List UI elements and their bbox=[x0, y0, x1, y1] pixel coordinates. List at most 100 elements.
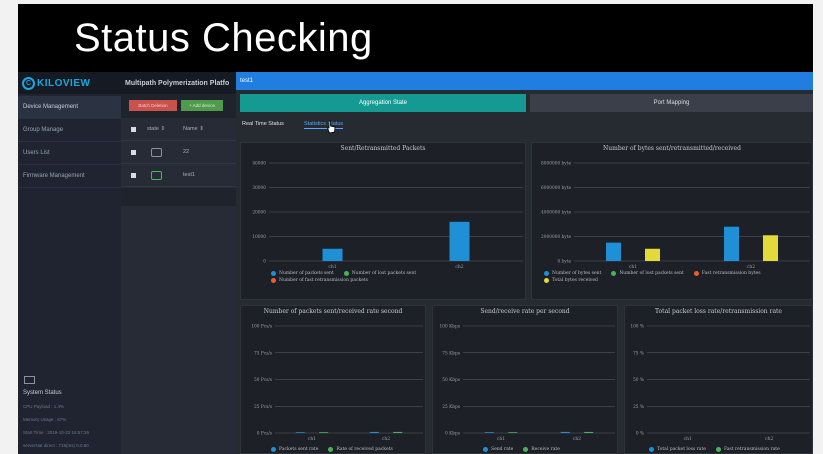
legend-item[interactable]: Number of lost packets sent bbox=[343, 271, 417, 276]
x-tick-label: ch2 bbox=[747, 264, 755, 270]
bar bbox=[560, 431, 570, 433]
y-tick-label: 10000 bbox=[252, 235, 266, 240]
port-mapping-button[interactable]: Port Mapping bbox=[530, 94, 813, 112]
legend-dot-icon bbox=[271, 271, 276, 276]
bar bbox=[295, 432, 305, 433]
legend-label: Total bytes received bbox=[552, 278, 598, 283]
state-column-header[interactable]: state ⇕ bbox=[147, 126, 165, 132]
y-tick-label: 0 bbox=[263, 260, 266, 265]
legend-label: Send rate bbox=[491, 447, 514, 452]
table-header: state ⇕ Name ⇕ bbox=[121, 118, 236, 141]
device-name: 22 bbox=[183, 149, 190, 155]
y-tick-label: 0 byte bbox=[557, 260, 571, 265]
cpu-payload: CPU Payload : 1.4% bbox=[23, 404, 65, 409]
slide-stage: Status Checking C KILOVIEW Device Manage… bbox=[18, 4, 813, 454]
table-row[interactable]: 22 bbox=[121, 141, 236, 164]
bar bbox=[645, 248, 660, 261]
legend-label: Number of lost packets sent bbox=[351, 271, 417, 276]
legend-dot-icon bbox=[544, 278, 549, 283]
chart-legend: Total packet loss rate Fast retransmissio… bbox=[649, 447, 809, 452]
legend-item[interactable]: Receive rate bbox=[523, 447, 560, 452]
legend-label: Packets sent rate bbox=[279, 447, 319, 452]
chart-legend: Send rate Receive rate bbox=[483, 447, 613, 452]
y-tick-label: 6000000 byte bbox=[541, 186, 571, 191]
legend-item[interactable]: Number of bytes sent bbox=[544, 271, 601, 276]
chart-packet-rate: Number of packets sent/received rate sec… bbox=[240, 305, 426, 454]
server-nat: serverNat direct : 715(ms) 0.0.80 bbox=[23, 443, 89, 448]
chart-svg: 0 % 25 % 50 % 75 % 100 % ch1 ch2 bbox=[630, 325, 810, 442]
sidebar-item-group-manage[interactable]: Group Manage bbox=[18, 119, 121, 142]
legend-item[interactable]: Total packet loss rate bbox=[649, 447, 706, 452]
bar bbox=[393, 431, 403, 433]
aggregation-state-button[interactable]: Aggregation State bbox=[240, 94, 526, 112]
y-tick-label: 4000000 byte bbox=[541, 211, 571, 216]
legend-dot-icon bbox=[611, 271, 617, 276]
table-row[interactable]: test1 bbox=[121, 164, 236, 187]
chart-packet-loss-rate: Total packet loss rate/retransmission ra… bbox=[624, 305, 813, 454]
hand-cursor-icon bbox=[326, 120, 336, 134]
device-header: test1 bbox=[236, 72, 813, 90]
y-tick-label: 75 Pcs/s bbox=[254, 351, 272, 356]
legend-item[interactable]: Number of packets sent bbox=[271, 271, 334, 276]
start-time: Start Time : 2019-10-22 16:57:26 bbox=[23, 430, 90, 435]
legend-item[interactable]: Total bytes received bbox=[544, 278, 598, 283]
bar bbox=[606, 242, 621, 261]
sidebar-item-users-list[interactable]: Users List bbox=[18, 142, 121, 165]
bar bbox=[584, 431, 594, 433]
legend-item[interactable]: Rate of received packets bbox=[328, 447, 393, 452]
y-tick-label: 25 % bbox=[633, 405, 644, 410]
sidebar-item-device-management[interactable]: Device Management bbox=[18, 96, 121, 119]
kiloview-logo: C KILOVIEW bbox=[18, 72, 121, 94]
legend-dot-icon bbox=[271, 447, 276, 452]
y-tick-label: 40000 bbox=[252, 162, 266, 167]
legend-item[interactable]: Packets sent rate bbox=[271, 447, 318, 452]
legend-dot-icon bbox=[523, 447, 529, 452]
y-tick-label: 30000 bbox=[252, 186, 266, 191]
x-tick-label: ch1 bbox=[497, 436, 505, 442]
sidebar-item-firmware-management[interactable]: Firmware Management bbox=[18, 165, 121, 188]
legend-item[interactable]: Fast retransmission bytes bbox=[693, 271, 761, 276]
legend-item[interactable]: Fast retransmission rate bbox=[715, 447, 780, 452]
chart-bytes-sent-received: Number of bytes sent/retransmitted/recei… bbox=[531, 142, 813, 300]
monitor-icon bbox=[24, 376, 35, 384]
logo-mark-icon: C bbox=[22, 76, 35, 90]
legend-item[interactable]: Number of fast retransmission packets bbox=[271, 278, 368, 283]
x-tick-label: ch2 bbox=[765, 436, 773, 442]
batch-deletion-button[interactable]: Batch Deletion bbox=[129, 100, 177, 111]
bar bbox=[369, 431, 379, 433]
y-tick-label: 20000 bbox=[252, 211, 266, 216]
main-content: Aggregation State Port Mapping Real Time… bbox=[236, 90, 813, 454]
bar bbox=[508, 432, 518, 433]
x-tick-label: ch2 bbox=[382, 436, 390, 442]
slide-title: Status Checking bbox=[74, 16, 373, 60]
name-column-header[interactable]: Name ⇕ bbox=[183, 126, 204, 132]
device-name: test1 bbox=[183, 172, 195, 178]
add-device-button[interactable]: + Add device bbox=[181, 100, 223, 111]
legend-label: Number of lost packets sent bbox=[619, 271, 684, 276]
y-tick-label: 25 Pcs/s bbox=[254, 405, 272, 410]
device-online-icon bbox=[151, 170, 162, 180]
logo-text: KILOVIEW bbox=[37, 77, 91, 89]
x-tick-label: ch1 bbox=[684, 436, 692, 442]
row-checkbox[interactable] bbox=[131, 149, 136, 155]
chart-svg: 0 Kbps 25 Kbps 50 Kbps 75 Kbps 100 Kbps ch1 ch… bbox=[440, 325, 615, 442]
y-tick-label: 0 % bbox=[636, 432, 644, 437]
y-tick-label: 50 Kbps bbox=[442, 378, 460, 383]
legend-label: Total packet loss rate bbox=[657, 447, 706, 452]
legend-item[interactable]: Send rate bbox=[483, 447, 513, 452]
bar bbox=[319, 432, 329, 433]
x-tick-label: ch1 bbox=[308, 436, 316, 442]
legend-dot-icon bbox=[649, 447, 654, 452]
legend-item[interactable]: Number of lost packets sent bbox=[611, 271, 684, 276]
legend-dot-icon bbox=[544, 271, 549, 276]
tab-real-time-status[interactable]: Real Time Status bbox=[242, 121, 284, 127]
x-tick-label: ch1 bbox=[328, 264, 336, 270]
chart-send-receive-rate: Send/receive rate per second 0 Kbps 25 Kb… bbox=[432, 305, 618, 454]
legend-label: Number of bytes sent bbox=[552, 271, 602, 276]
y-tick-label: 100 % bbox=[630, 325, 644, 330]
select-all-checkbox[interactable] bbox=[131, 126, 136, 132]
legend-label: Number of fast retransmission packets bbox=[279, 278, 368, 283]
row-checkbox[interactable] bbox=[131, 172, 136, 178]
tab-statistics-status[interactable]: Statistics Status bbox=[304, 121, 344, 129]
chart-sent-retransmitted-packets: Sent/Retransmitted Packets 0 10000 20000 30… bbox=[240, 142, 526, 300]
